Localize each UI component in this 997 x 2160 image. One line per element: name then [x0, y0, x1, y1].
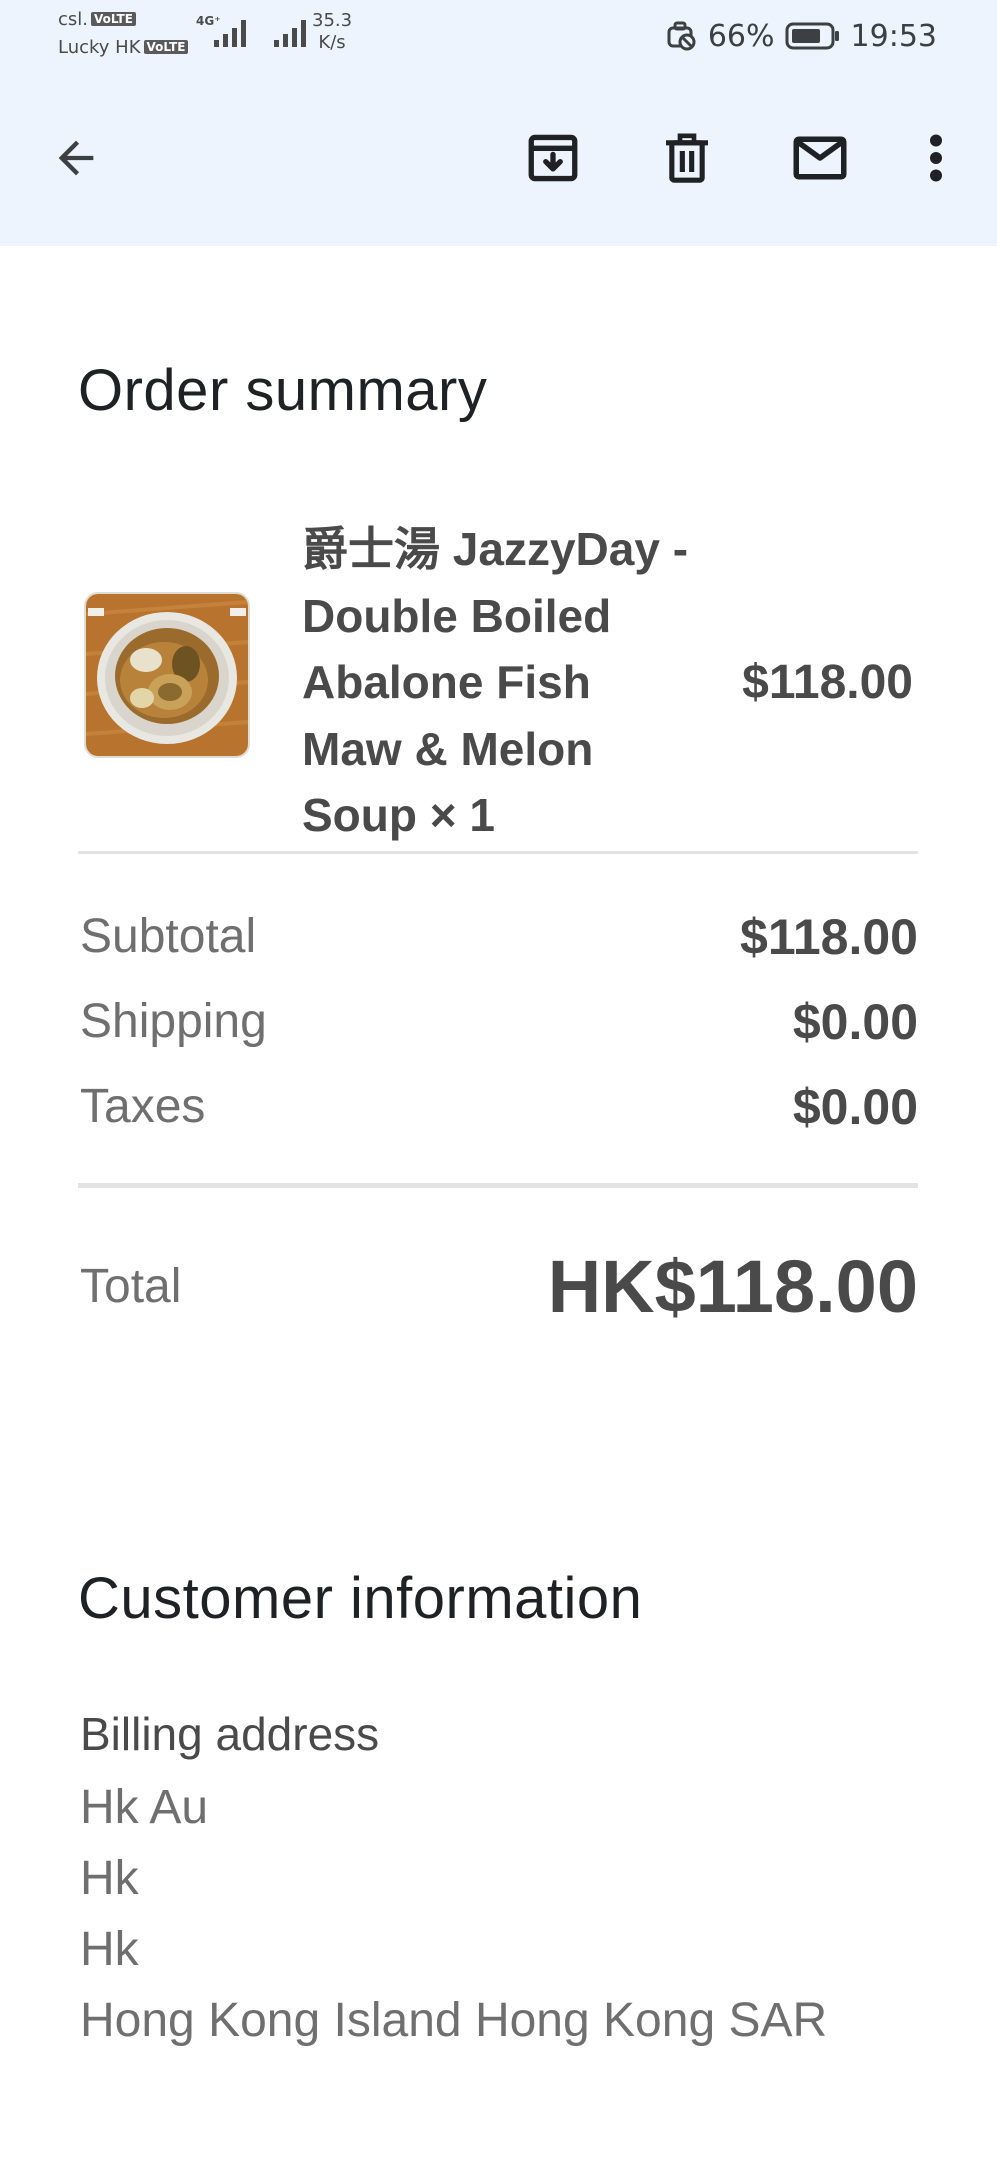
back-arrow-icon — [58, 140, 94, 176]
shipping-label: Shipping — [80, 995, 267, 1048]
message-toolbar — [0, 108, 997, 208]
battery-icon — [785, 22, 839, 50]
totals-section: Subtotal $118.00 Shipping $0.00 Taxes $0… — [78, 854, 918, 1188]
abalone-soup-photo — [86, 594, 248, 756]
mark-unread-icon — [793, 136, 847, 180]
archive-button[interactable] — [523, 128, 583, 188]
billing-address-line: Hk Au — [80, 1781, 209, 1834]
carrier-2-name: Lucky HK — [58, 37, 141, 58]
subtotal-value: $118.00 — [740, 908, 918, 965]
signal-icon-2 — [274, 20, 306, 47]
customer-information-title: Customer information — [78, 1566, 643, 1631]
clock: 19:53 — [850, 18, 937, 54]
total-value: HK$118.00 — [547, 1244, 918, 1328]
volte-badge-1: VoLTE — [91, 12, 136, 26]
delete-button[interactable] — [657, 128, 717, 188]
network-speed: 35.3 K/s — [312, 10, 352, 54]
battery-percent: 66% — [707, 18, 775, 54]
delete-icon — [666, 133, 708, 183]
speed-value: 35.3 — [312, 10, 353, 31]
speed-unit: K/s — [318, 32, 346, 53]
subtotal-label: Subtotal — [80, 910, 257, 963]
total-label: Total — [80, 1259, 182, 1313]
carrier-1-name: csl. — [58, 9, 88, 30]
email-body: Order summary 爵士湯 JazzyDay - Double Boil… — [78, 246, 918, 2056]
billing-address-line: Hong Kong Island Hong Kong SAR — [80, 1994, 828, 2047]
total-row: Total HK$118.00 — [78, 1236, 918, 1336]
back-button[interactable] — [46, 128, 106, 188]
more-vert-icon — [930, 134, 942, 182]
volte-badge-2: VoLTE — [143, 40, 189, 54]
archive-icon — [528, 134, 578, 182]
carrier-1: csl. VoLTE — [58, 10, 136, 30]
vibrate-off-icon — [667, 21, 696, 51]
billing-address-line: Hk — [80, 1923, 139, 1976]
more-options-button[interactable] — [906, 128, 966, 188]
subtotal-row: Subtotal $118.00 — [78, 894, 918, 979]
product-name[interactable]: 爵士湯 JazzyDay - Double Boiled Abalone Fis… — [302, 516, 692, 849]
signal-icon — [214, 20, 246, 47]
taxes-row: Taxes $0.00 — [78, 1064, 918, 1149]
status-right: 66% 19:53 — [664, 14, 937, 58]
mark-unread-button[interactable] — [790, 128, 850, 188]
taxes-value: $0.00 — [792, 1078, 918, 1135]
product-price: $118.00 — [742, 656, 913, 709]
shipping-row: Shipping $0.00 — [78, 979, 918, 1064]
app-header: csl. VoLTE Lucky HK VoLTE 4G⁺ 35.3 K/s 6… — [0, 0, 997, 246]
billing-address-line: Hk — [80, 1852, 139, 1905]
order-summary-title: Order summary — [78, 358, 488, 423]
order-line-item: 爵士湯 JazzyDay - Double Boiled Abalone Fis… — [78, 516, 918, 854]
carrier-2: Lucky HK VoLTE — [58, 37, 189, 58]
product-image[interactable] — [84, 592, 250, 758]
status-bar: csl. VoLTE Lucky HK VoLTE 4G⁺ 35.3 K/s 6… — [0, 0, 997, 72]
taxes-label: Taxes — [80, 1080, 206, 1133]
shipping-value: $0.00 — [792, 993, 918, 1050]
billing-address-heading: Billing address — [80, 1708, 380, 1760]
